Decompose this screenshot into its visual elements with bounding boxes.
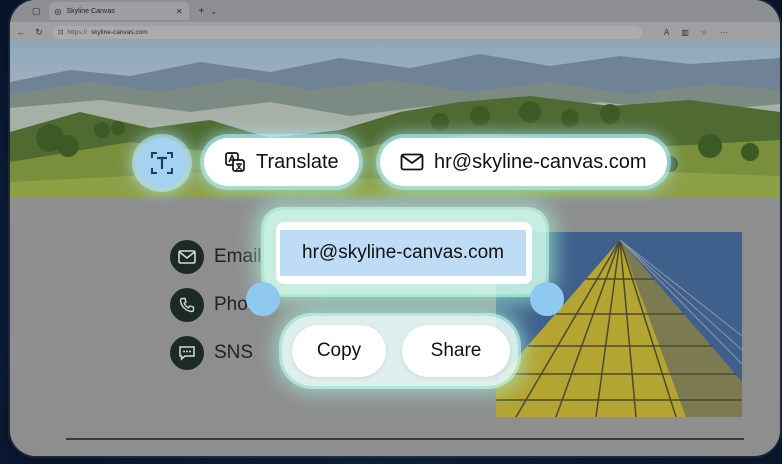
phone-icon: [170, 288, 204, 322]
contact-email-row: Email: [170, 240, 262, 274]
globe-icon: ◎: [54, 6, 62, 16]
translate-label: Translate: [256, 150, 339, 173]
content-divider: [66, 438, 744, 440]
url-domain: skyline-canvas.com: [90, 28, 148, 36]
chat-icon: [170, 336, 204, 370]
contact-sns-row: SNS: [170, 336, 253, 370]
tab-title: Skyline Canvas: [66, 7, 115, 15]
selected-text[interactable]: hr@skyline-canvas.com: [280, 230, 526, 276]
email-chip-label: hr@skyline-canvas.com: [434, 150, 647, 173]
selection-end-handle[interactable]: [530, 282, 564, 316]
tab-actions-icon[interactable]: ▢: [32, 6, 41, 17]
mail-icon: [400, 153, 424, 171]
contact-label-sns: SNS: [214, 342, 254, 363]
read-aloud-icon[interactable]: A: [664, 28, 669, 37]
address-bar[interactable]: ⊡ https:// skyline-canvas.com: [52, 25, 642, 39]
favorite-star-icon[interactable]: ☆: [701, 28, 708, 37]
contact-label-email: Email: [214, 246, 262, 267]
new-tab-button[interactable]: +: [199, 6, 205, 17]
url-protocol: https://: [67, 28, 87, 36]
translate-icon: [225, 152, 245, 172]
browser-tab-bar: ▢ ◎ Skyline Canvas ✕ + ⌄: [10, 0, 780, 22]
back-icon[interactable]: ←: [16, 27, 26, 37]
mail-icon: [170, 240, 204, 274]
email-action-button[interactable]: hr@skyline-canvas.com: [380, 138, 667, 186]
selection-start-handle[interactable]: [246, 282, 280, 316]
browser-toolbar: ← ↻ ⊡ https:// skyline-canvas.com A ▥ ☆ …: [10, 22, 780, 42]
tab-close-button[interactable]: ✕: [176, 7, 183, 16]
copy-button[interactable]: Copy: [292, 325, 386, 377]
share-button[interactable]: Share: [402, 325, 510, 377]
tablet-screen: ▢ ◎ Skyline Canvas ✕ + ⌄ ← ↻ ⊡ https:// …: [10, 0, 780, 456]
split-screen-icon[interactable]: ▥: [681, 28, 689, 37]
tab-list-button[interactable]: ⌄: [210, 7, 217, 16]
translate-button[interactable]: Translate: [204, 138, 359, 186]
text-extract-button[interactable]: [136, 138, 188, 188]
lock-icon: ⊡: [58, 29, 64, 36]
text-extract-icon: [151, 152, 173, 174]
browser-tab[interactable]: ◎ Skyline Canvas ✕: [48, 2, 189, 20]
refresh-icon[interactable]: ↻: [34, 27, 44, 38]
more-menu-icon[interactable]: ···: [720, 28, 728, 37]
